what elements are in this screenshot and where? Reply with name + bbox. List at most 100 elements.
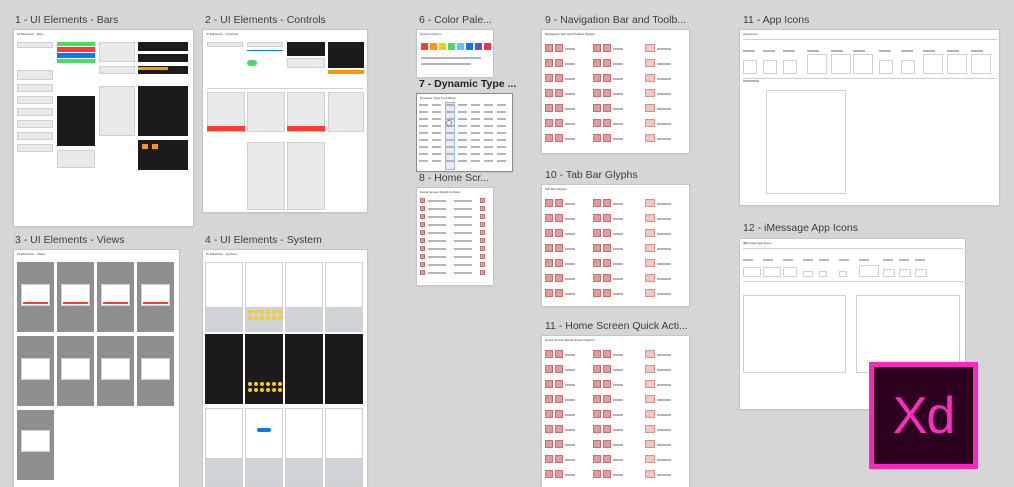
type-sample [432, 139, 441, 141]
artboard-ui-bars[interactable]: UI Elements - Bars [14, 30, 193, 226]
color-swatch [466, 43, 473, 50]
glyph-thumb [545, 470, 553, 478]
artboard-title-ui-bars[interactable]: 1 - UI Elements - Bars [15, 14, 195, 26]
artboard-title-ui-system[interactable]: 4 - UI Elements - System [205, 234, 385, 246]
color-swatch-row [421, 43, 491, 51]
color-swatch [439, 43, 446, 50]
type-sample [484, 146, 493, 148]
imessage-icon-label [743, 259, 753, 261]
artboard-inner-title: Home Screen Quick Actions [420, 190, 461, 194]
emoji-key [272, 310, 276, 314]
glyph-thumb [645, 410, 655, 418]
emoji-key [254, 382, 258, 386]
artboard-ui-system[interactable]: UI Elements - System [203, 250, 367, 487]
glyph-thumb [545, 425, 553, 433]
glyph-label [565, 218, 575, 220]
bar-preview [138, 86, 188, 136]
emoji-key [248, 310, 252, 314]
glyph-label [428, 240, 446, 242]
glyph-thumb [555, 350, 563, 358]
artboard-ui-controls[interactable]: UI Elements - Controls [203, 30, 367, 212]
glyph-thumb [603, 74, 611, 82]
emoji-key [278, 316, 282, 320]
glyph-label [565, 248, 575, 250]
artboard-title-ui-views[interactable]: 3 - UI Elements - Views [15, 234, 195, 246]
type-sample [458, 104, 467, 106]
artboard-quick-actions[interactable]: Home Screen Quick Action Glyphs [542, 336, 689, 487]
artboard-title-imessage-icons[interactable]: 12 - iMessage App Icons [743, 222, 893, 234]
artboard-title-home-screen[interactable]: 8 - Home Scr... [419, 172, 519, 184]
glyph-thumb [545, 229, 553, 237]
type-sample [471, 160, 480, 162]
glyph-thumb [420, 222, 425, 227]
type-sample [432, 125, 441, 127]
artboard-nav-toolbar[interactable]: Navigation Bar and Toolbar Glyphs [542, 30, 689, 153]
glyph-thumb [480, 206, 485, 211]
glyph-thumb [593, 89, 601, 97]
glyph-thumb [555, 104, 563, 112]
artboard-app-icons[interactable]: App Icons [740, 30, 999, 205]
glyph-thumb [645, 395, 655, 403]
type-sample [419, 104, 428, 106]
keyboard-preview [205, 458, 243, 487]
glyph-thumb [645, 214, 655, 222]
glyph-thumb [545, 350, 553, 358]
artboard-tab-bar[interactable]: Tab Bar Glyphs [542, 185, 689, 306]
glyph-thumb [603, 214, 611, 222]
glyph-thumb [593, 119, 601, 127]
glyph-thumb [555, 44, 563, 52]
artboard-title-dynamic-type[interactable]: 7 - Dynamic Type ... [419, 78, 519, 90]
glyph-thumb [420, 246, 425, 251]
type-sample [458, 153, 467, 155]
glyph-thumb [593, 470, 601, 478]
glyph-label [613, 93, 623, 95]
artboard-title-quick-actions[interactable]: 11 - Home Screen Quick Acti... [545, 320, 695, 332]
keyboard-preview [285, 458, 323, 487]
artboard-title-app-icons[interactable]: 11 - App Icons [743, 14, 893, 26]
glyph-label [657, 354, 671, 356]
artboard-title-color-palette[interactable]: 6 - Color Pale... [419, 14, 519, 26]
emoji-key [260, 316, 264, 320]
control-preview [247, 50, 283, 51]
type-sample [458, 146, 467, 148]
artboard-dynamic-type[interactable]: Dynamic Type Font Sizes [417, 94, 512, 171]
divider [743, 39, 997, 40]
type-sample [432, 111, 441, 113]
glyph-label [613, 354, 623, 356]
artboard-color-palette[interactable]: System Colors [417, 30, 493, 77]
glyph-thumb [645, 440, 655, 448]
glyph-label [428, 264, 446, 266]
glyph-thumb [645, 229, 655, 237]
glyph-label [613, 369, 623, 371]
imessage-icon-slot [803, 271, 813, 277]
divider [743, 248, 963, 249]
glyph-label [613, 399, 623, 401]
keyboard-preview [325, 458, 363, 487]
app-icon-slot [971, 54, 991, 74]
alert-preview [21, 430, 50, 452]
alert-button [103, 302, 128, 304]
bar-preview [57, 59, 95, 63]
artboard-home-screen[interactable]: Home Screen Quick Actions [417, 188, 493, 285]
glyph-label [454, 208, 472, 210]
glyph-label [565, 459, 575, 461]
glyph-thumb [545, 199, 553, 207]
glyph-label [565, 233, 575, 235]
glyph-thumb [545, 244, 553, 252]
artboard-title-nav-toolbar[interactable]: 9 - Navigation Bar and Toolb... [545, 14, 695, 26]
glyph-thumb [603, 89, 611, 97]
selection-handle [446, 120, 452, 126]
glyph-thumb [555, 244, 563, 252]
control-preview [247, 42, 283, 47]
artboard-title-ui-controls[interactable]: 2 - UI Elements - Controls [205, 14, 385, 26]
glyph-label [454, 264, 472, 266]
keyboard-preview [325, 307, 363, 332]
glyph-label [565, 78, 575, 80]
keyboard-preview [245, 458, 283, 487]
glyph-label [613, 263, 623, 265]
emoji-key [272, 316, 276, 320]
artboard-title-tab-bar[interactable]: 10 - Tab Bar Glyphs [545, 169, 695, 181]
text-line [421, 63, 471, 65]
artboard-ui-views[interactable]: UI Elements - Views [14, 250, 179, 487]
app-icon-label [971, 50, 983, 52]
